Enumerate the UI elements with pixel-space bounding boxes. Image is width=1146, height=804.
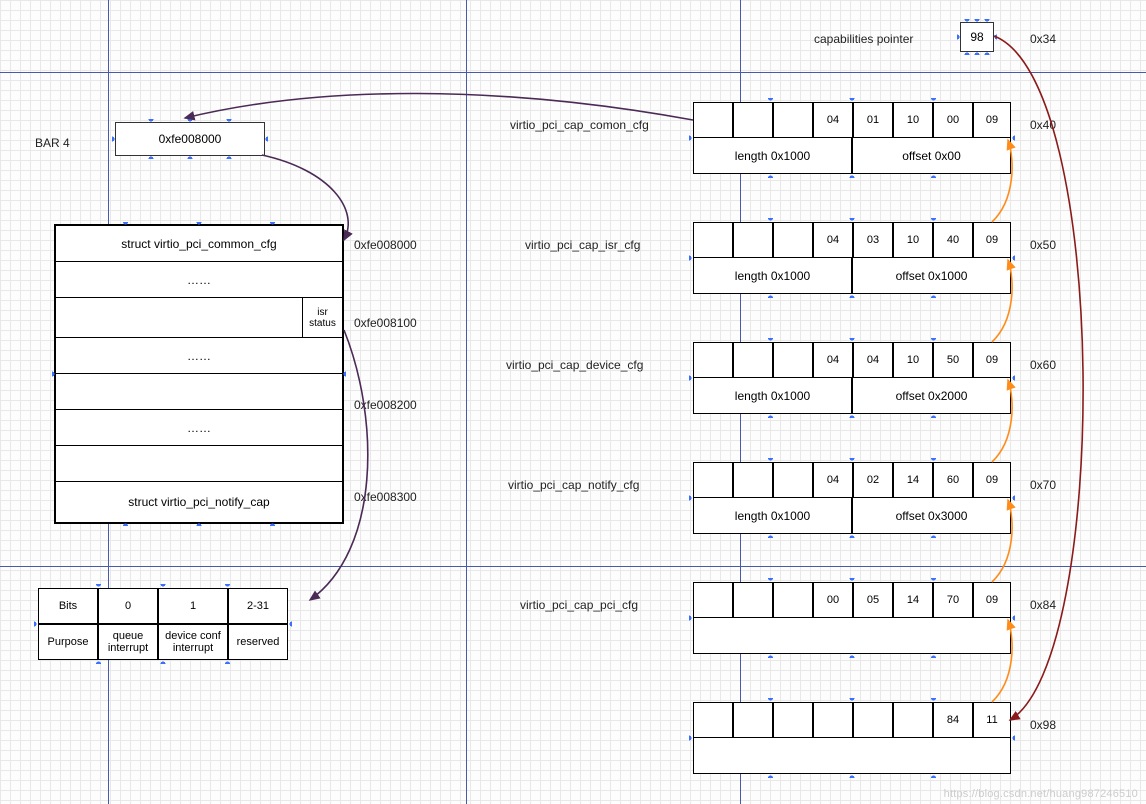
cap0[interactable]: 04 01 10 00 09 length 0x1000 offset 0x00 <box>693 102 1011 174</box>
axis-v2 <box>466 0 467 804</box>
cap0-length: length 0x1000 <box>693 138 852 174</box>
memmap-row-isr: isrstatus <box>56 298 342 338</box>
bar4-value: 0xfe008000 <box>159 132 222 146</box>
cap0-c2 <box>773 102 813 138</box>
caps-pointer-value: 98 <box>970 30 983 44</box>
cap0-c4: 01 <box>853 102 893 138</box>
addr-0x60: 0x60 <box>1030 358 1056 372</box>
cap0-c0 <box>693 102 733 138</box>
bits-r3: reserved <box>228 624 288 660</box>
bits-r0: Purpose <box>38 624 98 660</box>
bits-r1: queue interrupt <box>98 624 158 660</box>
memmap-row-dots2: …… <box>56 338 342 374</box>
addr-fe008100: 0xfe008100 <box>354 316 417 330</box>
memmap-row-gap2 <box>56 446 342 482</box>
cap0-c6: 00 <box>933 102 973 138</box>
addr-0x84: 0x84 <box>1030 598 1056 612</box>
bits-table[interactable]: Bits 0 1 2-31 Purpose queue interrupt de… <box>38 588 288 660</box>
addr-0x34: 0x34 <box>1030 32 1056 46</box>
cap4-name: virtio_pci_cap_pci_cfg <box>520 598 638 612</box>
memmap-row-dots1: …… <box>56 262 342 298</box>
cap0-offset: offset 0x00 <box>852 138 1011 174</box>
bits-h2: 1 <box>158 588 228 624</box>
memmap-row-gap1 <box>56 374 342 410</box>
cap0-c1 <box>733 102 773 138</box>
addr-0x40: 0x40 <box>1030 118 1056 132</box>
cap4[interactable]: 00 05 14 70 09 <box>693 582 1011 654</box>
bits-r2: device conf interrupt <box>158 624 228 660</box>
addr-0x50: 0x50 <box>1030 238 1056 252</box>
memmap-row-notify: struct virtio_pci_notify_cap <box>56 482 342 522</box>
bits-h1: 0 <box>98 588 158 624</box>
cap0-c5: 10 <box>893 102 933 138</box>
axis-h2 <box>0 566 1146 567</box>
cap3[interactable]: 04 02 14 60 09 length 0x1000 offset 0x30… <box>693 462 1011 534</box>
memmap-row-dots3: …… <box>56 410 342 446</box>
watermark: https://blog.csdn.net/huang987246510 <box>944 788 1138 800</box>
addr-fe008200: 0xfe008200 <box>354 398 417 412</box>
addr-fe008000: 0xfe008000 <box>354 238 417 252</box>
isr-status-cell: isrstatus <box>302 298 342 337</box>
memmap-row-common: struct virtio_pci_common_cfg <box>56 226 342 262</box>
bits-h3: 2-31 <box>228 588 288 624</box>
bits-h0: Bits <box>38 588 98 624</box>
tail-block[interactable]: 84 11 <box>693 702 1011 774</box>
memmap-table[interactable]: struct virtio_pci_common_cfg …… isrstatu… <box>54 224 344 524</box>
caps-pointer-box[interactable]: 98 <box>960 22 994 52</box>
bar4-label: BAR 4 <box>35 136 70 150</box>
cap2-name: virtio_pci_cap_device_cfg <box>506 358 643 372</box>
bar4-box[interactable]: 0xfe008000 <box>115 122 265 156</box>
cap3-name: virtio_pci_cap_notify_cfg <box>508 478 639 492</box>
diagram-canvas[interactable]: capabilities pointer 98 0x34 BAR 4 0xfe0… <box>0 0 1146 804</box>
cap1[interactable]: 04 03 10 40 09 length 0x1000 offset 0x10… <box>693 222 1011 294</box>
cap1-name: virtio_pci_cap_isr_cfg <box>525 238 640 252</box>
axis-h <box>0 72 1146 73</box>
cap0-c7: 09 <box>973 102 1011 138</box>
addr-fe008300: 0xfe008300 <box>354 490 417 504</box>
cap0-c3: 04 <box>813 102 853 138</box>
caps-pointer-label: capabilities pointer <box>814 32 913 46</box>
addr-0x70: 0x70 <box>1030 478 1056 492</box>
cap0-name: virtio_pci_cap_comon_cfg <box>510 118 649 132</box>
addr-0x98: 0x98 <box>1030 718 1056 732</box>
cap2[interactable]: 04 04 10 50 09 length 0x1000 offset 0x20… <box>693 342 1011 414</box>
memmap-common-label: struct virtio_pci_common_cfg <box>121 237 276 251</box>
memmap-notify-label: struct virtio_pci_notify_cap <box>128 495 269 509</box>
